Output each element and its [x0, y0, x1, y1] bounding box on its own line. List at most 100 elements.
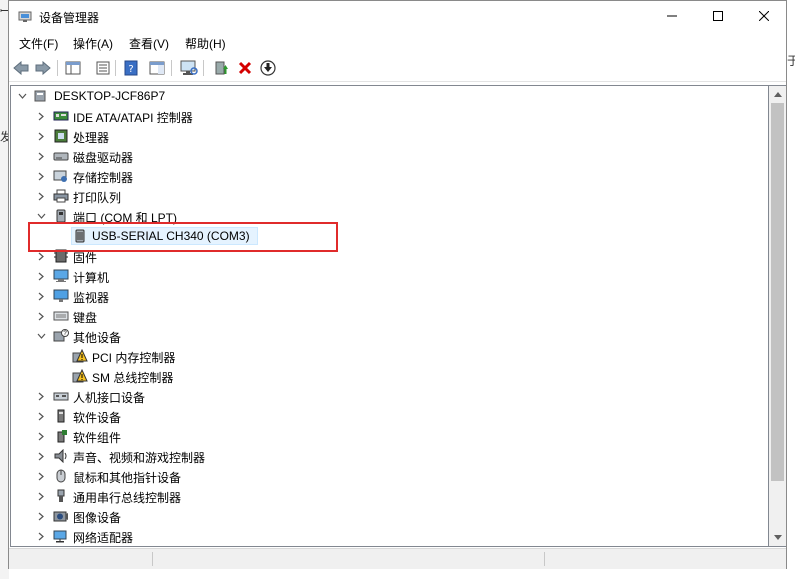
expand-chevron-icon[interactable]	[36, 290, 46, 302]
tree-node-label: 其他设备	[73, 331, 122, 345]
tree-category-node[interactable]: 处理器	[11, 126, 751, 146]
tree-child-node[interactable]: PCI 内存控制器	[11, 346, 751, 366]
tree-category-node[interactable]: 声音、视频和游戏控制器	[11, 446, 751, 466]
tree-category-node[interactable]: 人机接口设备	[11, 386, 751, 406]
network-adapter-icon	[53, 529, 69, 543]
collapse-chevron-icon[interactable]	[36, 330, 46, 342]
download-driver-icon[interactable]	[258, 58, 278, 78]
tree-node-label: 存储控制器	[73, 171, 134, 185]
menu-action[interactable]: 操作(A)	[71, 35, 115, 52]
status-divider	[544, 552, 545, 566]
scrollbar-thumb[interactable]	[771, 103, 784, 481]
warning-device-icon	[72, 348, 88, 363]
action-pane-icon[interactable]	[147, 58, 167, 78]
tree-node-label: 键盘	[73, 311, 98, 325]
tree-node-label: IDE ATA/ATAPI 控制器	[73, 111, 193, 125]
tree-node-label: 打印队列	[73, 191, 122, 205]
expand-chevron-icon[interactable]	[36, 270, 46, 282]
scroll-down-arrow-icon[interactable]	[769, 529, 786, 546]
update-driver-icon[interactable]	[211, 58, 231, 78]
expand-chevron-icon[interactable]	[36, 510, 46, 522]
expand-chevron-icon[interactable]	[36, 470, 46, 482]
expand-chevron-icon[interactable]	[36, 430, 46, 442]
tree-category-node[interactable]: 图像设备	[11, 506, 751, 526]
tree-child-node[interactable]: SM 总线控制器	[11, 366, 751, 386]
minimize-button[interactable]	[649, 1, 695, 31]
tree-category-node[interactable]: 键盘	[11, 306, 751, 326]
collapse-chevron-icon[interactable]	[36, 210, 46, 222]
tree-category-node[interactable]: 鼠标和其他指针设备	[11, 466, 751, 486]
menu-view[interactable]: 查看(V)	[127, 35, 171, 52]
hid-icon	[53, 389, 69, 403]
show-hide-tree-icon[interactable]	[63, 58, 83, 78]
tree-category-node[interactable]: 软件设备	[11, 406, 751, 426]
expand-chevron-icon[interactable]	[36, 410, 46, 422]
tree-node-label: 鼠标和其他指针设备	[73, 471, 182, 485]
forward-arrow-icon[interactable]	[33, 58, 53, 78]
window-title: 设备管理器	[39, 11, 100, 25]
ide-controller-icon	[53, 109, 69, 123]
highlight-annotation-box	[28, 222, 338, 252]
help-icon[interactable]: ?	[121, 58, 141, 78]
tree-category-node[interactable]: 存储控制器	[11, 166, 751, 186]
tree-category-node[interactable]: 打印队列	[11, 186, 751, 206]
tree-root-node[interactable]: DESKTOP-JCF86P7	[11, 86, 751, 106]
menu-file[interactable]: 文件(F)	[17, 35, 60, 52]
tree-category-node[interactable]: IDE ATA/ATAPI 控制器	[11, 106, 751, 126]
collapse-chevron-icon[interactable]	[17, 90, 27, 102]
maximize-button[interactable]	[695, 1, 741, 31]
status-divider	[152, 552, 153, 566]
expand-chevron-icon[interactable]	[36, 310, 46, 322]
title-bar[interactable]: 设备管理器	[9, 1, 786, 31]
software-device-icon	[53, 409, 69, 423]
toolbar-separator	[171, 60, 172, 76]
back-arrow-icon[interactable]	[11, 58, 31, 78]
monitor-icon	[53, 289, 69, 303]
tree-node-label: PCI 内存控制器	[92, 351, 176, 365]
device-manager-window: 设备管理器 文件(F) 操作(A) 查看(V) 帮助(H) ? DESKTOP-…	[8, 0, 787, 569]
background-text-fragment: 于	[787, 54, 795, 68]
usb-icon	[53, 489, 69, 503]
device-tree[interactable]: DESKTOP-JCF86P7 IDE ATA/ATAPI 控制器 处理器 磁盘驱动器…	[10, 85, 769, 547]
svg-text:?: ?	[128, 64, 133, 75]
camera-icon	[53, 509, 69, 523]
scroll-up-arrow-icon[interactable]	[769, 86, 786, 103]
tree-category-node[interactable]: 监视器	[11, 286, 751, 306]
tree-category-node[interactable]: 计算机	[11, 266, 751, 286]
port-icon	[53, 209, 69, 223]
tree-category-node[interactable]: 软件组件	[11, 426, 751, 446]
printer-icon	[53, 189, 69, 203]
expand-chevron-icon[interactable]	[36, 390, 46, 402]
computer-icon	[53, 269, 69, 283]
tree-node-label: 监视器	[73, 291, 110, 305]
toolbar-separator	[115, 60, 116, 76]
tree-node-label: 通用串行总线控制器	[73, 491, 182, 505]
toolbar-separator	[203, 60, 204, 76]
menu-help[interactable]: 帮助(H)	[183, 35, 228, 52]
expand-chevron-icon[interactable]	[36, 170, 46, 182]
uninstall-device-icon[interactable]	[235, 58, 255, 78]
expand-chevron-icon[interactable]	[36, 490, 46, 502]
expand-chevron-icon[interactable]	[36, 110, 46, 122]
tree-node-label: 图像设备	[73, 511, 122, 525]
keyboard-icon	[53, 309, 69, 323]
expand-chevron-icon[interactable]	[36, 450, 46, 462]
tree-category-node[interactable]: ? 其他设备	[11, 326, 751, 346]
tree-node-label: 计算机	[73, 271, 110, 285]
tree-category-node[interactable]: 网络适配器	[11, 526, 751, 546]
vertical-scrollbar[interactable]	[769, 85, 786, 547]
expand-chevron-icon[interactable]	[36, 130, 46, 142]
tree-category-node[interactable]: 磁盘驱动器	[11, 146, 751, 166]
close-button[interactable]	[741, 1, 787, 31]
properties-icon[interactable]	[93, 58, 113, 78]
tree-root-label: DESKTOP-JCF86P7	[54, 89, 166, 103]
expand-chevron-icon[interactable]	[36, 150, 46, 162]
scan-hardware-icon[interactable]	[179, 58, 199, 78]
tree-node-label: 人机接口设备	[73, 391, 146, 405]
audio-icon	[53, 448, 69, 464]
expand-chevron-icon[interactable]	[36, 190, 46, 202]
toolbar: ?	[9, 55, 786, 82]
tree-category-node[interactable]: 通用串行总线控制器	[11, 486, 751, 506]
warning-device-icon	[72, 368, 88, 383]
expand-chevron-icon[interactable]	[36, 530, 46, 542]
